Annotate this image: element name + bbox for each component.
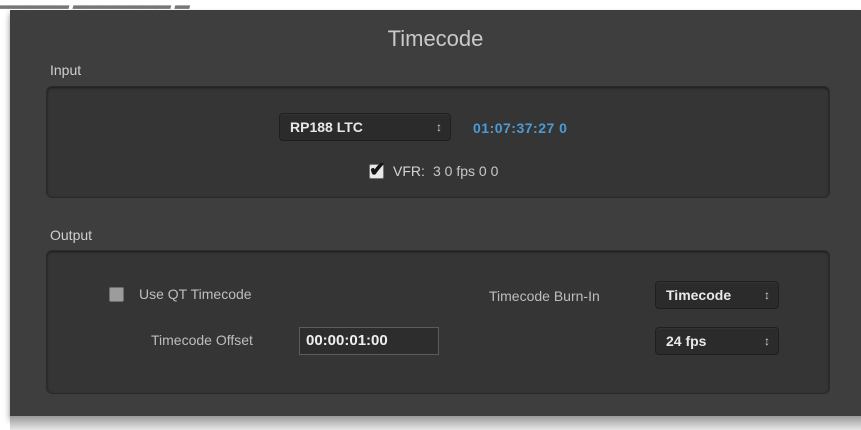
- timecode-offset-label: Timecode Offset: [151, 332, 253, 348]
- timecode-readout: 01:07:37:27 0: [473, 120, 568, 136]
- vfr-value: 3 0 fps 0 0: [433, 163, 499, 179]
- output-group-box: Use QT Timecode Timecode Offset 00:00:01…: [46, 250, 830, 394]
- input-source-select-value: RP188 LTC: [290, 119, 363, 135]
- burn-in-mode-select-value: Timecode: [666, 287, 732, 303]
- output-section-label: Output: [50, 227, 93, 243]
- burn-in-mode-select[interactable]: Timecode ↕: [655, 281, 779, 309]
- vfr-label: VFR:: [393, 163, 425, 179]
- top-cropped-caption: ▁▁▁▁▁ ▁▁▁▁▁▁▁ ▁: [0, 0, 861, 10]
- timecode-offset-input[interactable]: 00:00:01:00: [299, 327, 439, 355]
- up-down-chevron-icon: ↕: [764, 288, 770, 302]
- cropped-caption-fragment: ▁▁▁▁▁ ▁▁▁▁▁▁▁ ▁: [0, 0, 190, 9]
- timecode-panel: Timecode Input RP188 LTC ↕ 01:07:37:27 0…: [10, 10, 861, 416]
- input-group-box: RP188 LTC ↕ 01:07:37:27 0 ✔ VFR: 3 0 fps…: [46, 86, 830, 198]
- panel-bottom-shadow: [10, 416, 861, 430]
- checkmark-icon: ✔: [369, 159, 386, 181]
- burn-in-fps-select-value: 24 fps: [666, 333, 707, 349]
- timecode-burn-in-label: Timecode Burn-In: [489, 288, 600, 304]
- burn-in-fps-select[interactable]: 24 fps ↕: [655, 327, 779, 355]
- panel-title: Timecode: [387, 26, 484, 51]
- use-qt-timecode-label: Use QT Timecode: [139, 286, 252, 302]
- input-source-select[interactable]: RP188 LTC ↕: [279, 113, 451, 141]
- up-down-chevron-icon: ↕: [764, 334, 770, 348]
- use-qt-timecode-checkbox[interactable]: [109, 287, 124, 302]
- input-section-label: Input: [50, 62, 82, 78]
- up-down-chevron-icon: ↕: [436, 120, 442, 134]
- vfr-checkbox[interactable]: ✔: [369, 159, 386, 181]
